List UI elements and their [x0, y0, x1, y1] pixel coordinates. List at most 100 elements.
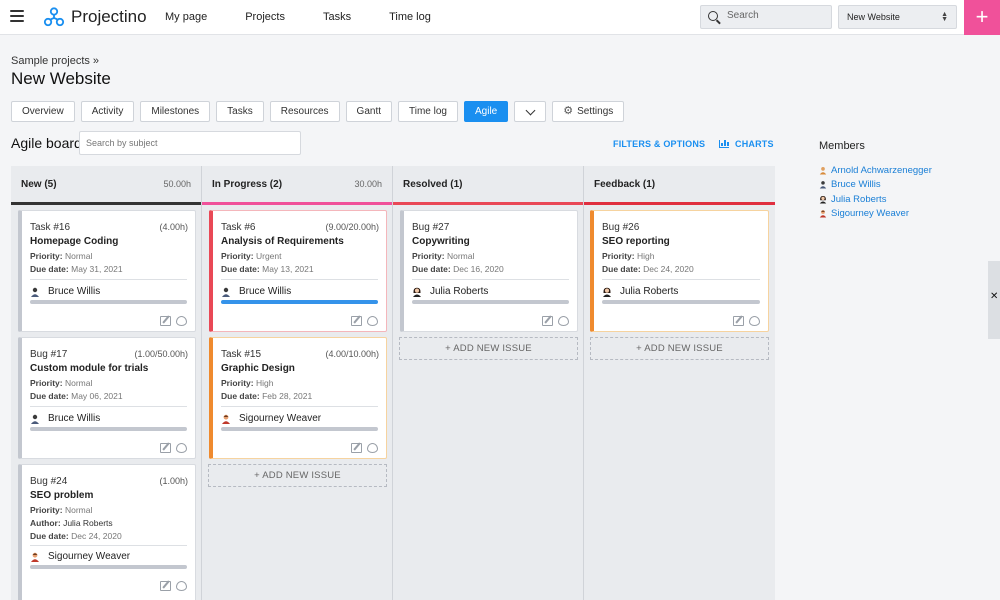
project-select-value: New Website	[847, 12, 900, 22]
issue-subject: Graphic Design	[221, 363, 295, 374]
add-new-issue-button[interactable]: + ADD NEW ISSUE	[590, 337, 769, 360]
card-divider	[30, 406, 187, 407]
issue-assignee[interactable]: Sigourney Weaver	[30, 551, 130, 562]
assignee-name: Sigourney Weaver	[239, 413, 322, 424]
issue-id: Bug #17	[30, 349, 68, 360]
member-name: Julia Roberts	[831, 193, 887, 205]
main-nav: My page Projects Tasks Time log	[165, 11, 431, 23]
issue-card[interactable]: Bug #26 SEO reporting Priority: High Due…	[590, 210, 769, 332]
issue-priority: Priority: High	[602, 251, 655, 261]
issue-assignee[interactable]: Bruce Willis	[30, 413, 100, 424]
comment-icon[interactable]	[367, 316, 378, 326]
issue-due-date: Due date: Dec 24, 2020	[602, 264, 694, 274]
card-divider	[30, 545, 187, 546]
edit-icon[interactable]	[160, 443, 171, 453]
charts-link[interactable]: CHARTS	[719, 139, 774, 149]
tab-resources[interactable]: Resources	[269, 101, 340, 122]
issue-priority: Priority: Normal	[30, 378, 93, 388]
filters-options-link[interactable]: FILTERS & OPTIONS	[613, 139, 705, 149]
column-hours: 30.00h	[354, 179, 382, 189]
progress-bar	[412, 300, 569, 304]
updown-icon: ▲ ▼	[941, 11, 948, 23]
tab-time-log[interactable]: Time log	[398, 101, 458, 122]
comment-icon[interactable]	[176, 581, 187, 591]
breadcrumb[interactable]: Sample projects »	[11, 55, 99, 67]
column-header-in-progress: In Progress (2) 30.00h	[202, 166, 393, 205]
sidebar-toggle[interactable]: ✕	[988, 261, 1000, 339]
menu-icon[interactable]	[10, 10, 24, 24]
add-new-issue-button[interactable]: + ADD NEW ISSUE	[399, 337, 578, 360]
card-divider	[30, 279, 187, 280]
tab-gantt[interactable]: Gantt	[345, 101, 393, 122]
issue-id: Bug #27	[412, 222, 450, 233]
member-item[interactable]: Bruce Willis	[819, 178, 932, 193]
tab-settings[interactable]: ⚙ Settings	[552, 101, 625, 122]
issue-subject: SEO reporting	[602, 236, 670, 247]
avatar	[819, 180, 827, 189]
edit-icon[interactable]	[542, 316, 553, 326]
tab-agile[interactable]: Agile	[464, 101, 509, 122]
assignee-name: Julia Roberts	[620, 286, 679, 297]
issue-assignee[interactable]: Bruce Willis	[221, 286, 291, 297]
member-name: Sigourney Weaver	[831, 208, 909, 220]
edit-icon[interactable]	[160, 581, 171, 591]
search-input[interactable]	[727, 10, 827, 21]
issue-card[interactable]: Task #16 (4.00h) Homepage Coding Priorit…	[18, 210, 196, 332]
add-button[interactable]: +	[964, 0, 1000, 35]
issue-subject: Homepage Coding	[30, 236, 119, 247]
board-search-input[interactable]	[80, 132, 300, 154]
member-item[interactable]: Sigourney Weaver	[819, 207, 932, 222]
member-item[interactable]: Julia Roberts	[819, 192, 932, 207]
add-new-issue-button[interactable]: + ADD NEW ISSUE	[208, 464, 387, 487]
issue-card[interactable]: Bug #24 (1.00h) SEO problem Priority: No…	[18, 464, 196, 600]
nav-tasks[interactable]: Tasks	[323, 11, 351, 23]
comment-icon[interactable]	[558, 316, 569, 326]
tab-overview[interactable]: Overview	[11, 101, 75, 122]
comment-icon[interactable]	[176, 316, 187, 326]
edit-icon[interactable]	[733, 316, 744, 326]
project-select[interactable]: New Website ▲ ▼	[838, 5, 957, 29]
member-item[interactable]: Arnold Achwarzenegger	[819, 163, 932, 178]
gear-icon: ⚙	[563, 105, 574, 117]
board-search	[79, 131, 301, 155]
tab-activity[interactable]: Activity	[80, 101, 135, 122]
project-tabs: Overview Activity Milestones Tasks Resou…	[11, 101, 630, 122]
issue-card[interactable]: Bug #27 Copywriting Priority: Normal Due…	[400, 210, 578, 332]
tab-more[interactable]	[514, 101, 547, 122]
issue-priority: Priority: Urgent	[221, 251, 282, 261]
nav-my-page[interactable]: My page	[165, 11, 207, 23]
issue-estimate: (1.00h)	[159, 476, 188, 486]
edit-icon[interactable]	[351, 443, 362, 453]
issue-estimate: (4.00h)	[159, 222, 188, 232]
edit-icon[interactable]	[160, 316, 171, 326]
issue-card[interactable]: Task #15 (4.00/10.00h) Graphic Design Pr…	[209, 337, 387, 459]
issue-assignee[interactable]: Sigourney Weaver	[221, 413, 321, 424]
card-actions	[537, 316, 569, 326]
avatar	[412, 287, 422, 297]
app-name: Projectino	[71, 7, 147, 26]
column-name: New (5)	[21, 179, 57, 190]
progress-bar	[30, 427, 187, 431]
progress-bar	[30, 565, 187, 569]
tab-tasks[interactable]: Tasks	[216, 101, 264, 122]
issue-estimate: (1.00/50.00h)	[134, 349, 188, 359]
search-icon	[708, 11, 718, 21]
issue-card[interactable]: Task #6 (9.00/20.00h) Analysis of Requir…	[209, 210, 387, 332]
tab-milestones[interactable]: Milestones	[140, 101, 211, 122]
issue-assignee[interactable]: Bruce Willis	[30, 286, 100, 297]
issue-subject: Copywriting	[412, 236, 470, 247]
issue-priority: Priority: Normal	[30, 251, 93, 261]
comment-icon[interactable]	[367, 443, 378, 453]
comment-icon[interactable]	[176, 443, 187, 453]
issue-card[interactable]: Bug #17 (1.00/50.00h) Custom module for …	[18, 337, 196, 459]
issue-assignee[interactable]: Julia Roberts	[602, 286, 678, 297]
app-logo[interactable]: Projectino	[43, 6, 147, 28]
issue-due-date: Due date: Dec 16, 2020	[412, 264, 504, 274]
nav-projects[interactable]: Projects	[245, 11, 285, 23]
edit-icon[interactable]	[351, 316, 362, 326]
issue-due-date: Due date: Feb 28, 2021	[221, 391, 313, 401]
issue-assignee[interactable]: Julia Roberts	[412, 286, 488, 297]
comment-icon[interactable]	[749, 316, 760, 326]
assignee-name: Sigourney Weaver	[48, 551, 131, 562]
nav-time-log[interactable]: Time log	[389, 11, 431, 23]
